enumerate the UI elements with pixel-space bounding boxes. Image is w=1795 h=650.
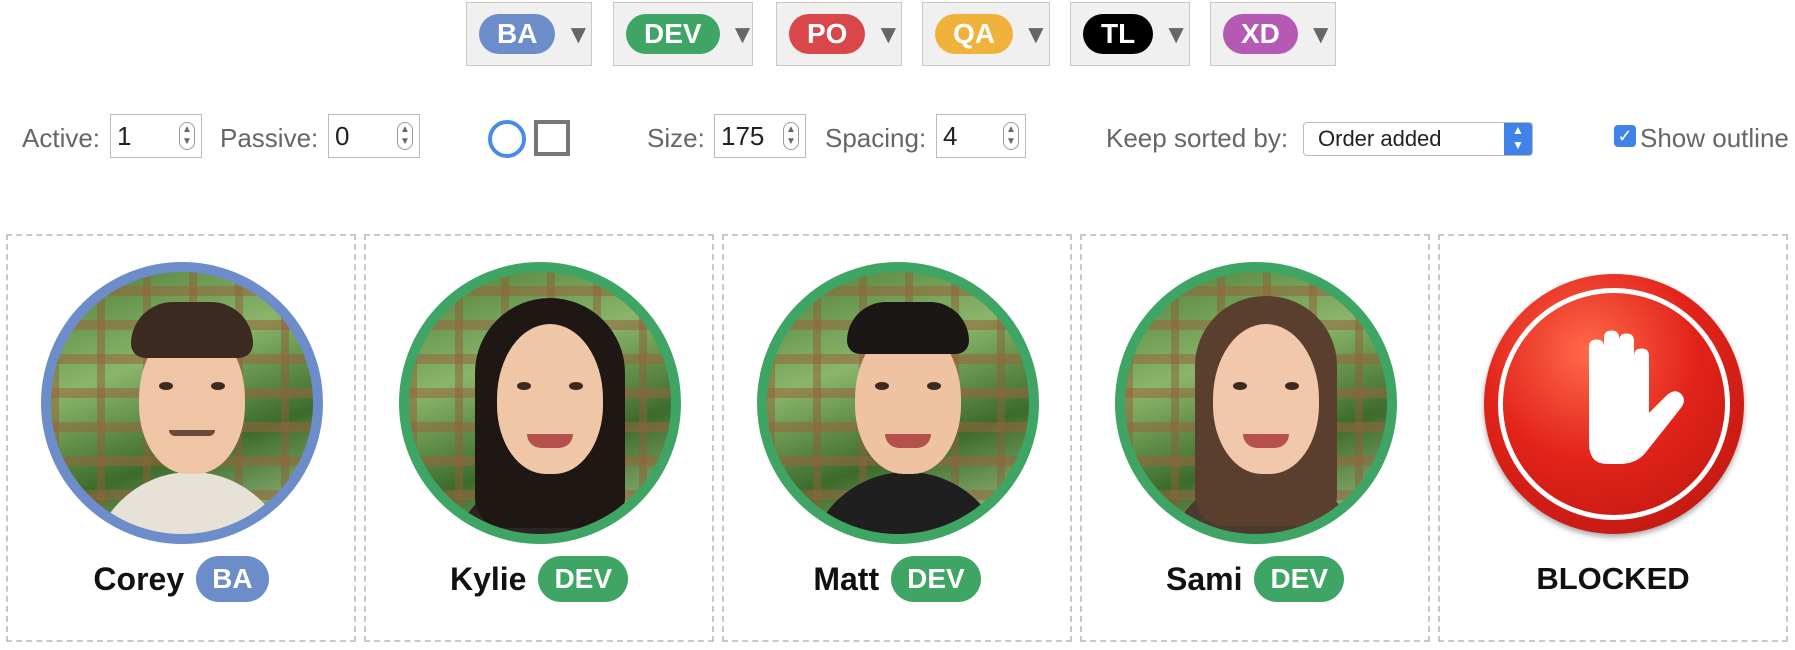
avatar-shirt <box>807 472 1007 534</box>
spacing-value: 4 <box>943 120 958 151</box>
chevron-down-icon: ▼ <box>729 18 756 49</box>
avatar-mouth <box>1243 434 1289 448</box>
active-stepper[interactable]: 1 ▲ ▼ <box>110 114 202 158</box>
role-dropdown-qa[interactable]: QA ▼ <box>922 2 1050 66</box>
role-pill: DEV <box>626 14 720 54</box>
avatar-shirt <box>91 472 291 534</box>
role-pill: BA <box>479 14 556 54</box>
member-name: Corey <box>93 560 185 597</box>
active-value: 1 <box>117 120 132 151</box>
controls-bar: Active: 1 ▲ ▼ Passive: 0 ▲ ▼ Size: 175 ▲ ▼ … <box>0 112 1795 164</box>
member-card[interactable]: Matt DEV <box>722 234 1072 642</box>
member-label: Sami DEV <box>1082 554 1428 604</box>
member-label: Kylie DEV <box>366 554 712 604</box>
role-filter-bar: BA ▼ DEV ▼ PO ▼ QA ▼ TL ▼ XD ▼ <box>0 2 1795 68</box>
role-dropdown-ba[interactable]: BA ▼ <box>466 2 592 66</box>
passive-label: Passive: <box>220 122 319 153</box>
passive-stepper[interactable]: 0 ▲ ▼ <box>328 114 420 158</box>
chevron-down-icon: ▼ <box>875 18 902 49</box>
member-avatar <box>757 262 1039 544</box>
role-pill: PO <box>789 14 866 54</box>
square-shape-toggle-icon[interactable] <box>534 120 570 156</box>
member-name: Matt <box>813 560 880 597</box>
size-label: Size: <box>647 122 705 153</box>
avatar-eye <box>517 382 531 390</box>
avatar-eye <box>1233 382 1247 390</box>
stepper-arrows-icon[interactable]: ▲ ▼ <box>1003 122 1019 150</box>
avatar-hair <box>847 302 969 354</box>
show-outline-checkbox[interactable]: ✓ <box>1614 125 1636 147</box>
avatar-eye <box>927 382 941 390</box>
blocked-card[interactable]: BLOCKED <box>1438 234 1788 642</box>
avatar-mouth <box>885 434 931 448</box>
stepper-arrows-icon[interactable]: ▲ ▼ <box>783 122 799 150</box>
spacing-stepper[interactable]: 4 ▲ ▼ <box>936 114 1026 158</box>
member-label: Matt DEV <box>724 554 1070 604</box>
sort-selected-value: Order added <box>1318 126 1442 151</box>
member-card[interactable]: Corey BA <box>6 234 356 642</box>
role-pill: XD <box>1223 14 1298 54</box>
avatar-eye <box>875 382 889 390</box>
team-board: Corey BA Kylie DEV Matt DEV Sami DEV BLO… <box>0 234 1795 644</box>
role-pill: QA <box>935 14 1013 54</box>
avatar-eye <box>1285 382 1299 390</box>
chevron-down-icon: ▼ <box>1163 18 1189 49</box>
avatar-face <box>497 324 603 474</box>
member-role-pill[interactable]: DEV <box>538 556 629 602</box>
role-dropdown-xd[interactable]: XD ▼ <box>1210 2 1336 66</box>
member-role-pill[interactable]: DEV <box>891 556 981 602</box>
member-label: Corey BA <box>8 554 354 604</box>
circle-shape-toggle-icon[interactable] <box>488 120 526 158</box>
avatar-mouth <box>527 434 573 448</box>
active-label: Active: <box>22 122 101 153</box>
avatar-eye <box>569 382 583 390</box>
chevron-down-icon: ▼ <box>565 18 592 49</box>
blocked-label-row: BLOCKED <box>1440 554 1786 604</box>
member-role-pill[interactable]: BA <box>196 556 269 602</box>
stop-hand-icon <box>1484 274 1744 534</box>
role-dropdown-tl[interactable]: TL ▼ <box>1070 2 1190 66</box>
role-dropdown-po[interactable]: PO ▼ <box>776 2 902 66</box>
member-avatar <box>1115 262 1397 544</box>
avatar-eye <box>211 382 225 390</box>
chevron-down-icon: ▼ <box>1307 18 1334 49</box>
avatar-mouth <box>169 430 215 436</box>
member-avatar <box>399 262 681 544</box>
passive-value: 0 <box>335 120 350 151</box>
sort-label: Keep sorted by: <box>1106 122 1289 153</box>
sort-select[interactable]: Order added ▲ ▼ <box>1303 122 1533 156</box>
member-card[interactable]: Sami DEV <box>1080 234 1430 642</box>
stepper-arrows-icon[interactable]: ▲ ▼ <box>397 122 413 150</box>
member-card[interactable]: Kylie DEV <box>364 234 714 642</box>
avatar-face <box>1213 324 1319 474</box>
avatar-eye <box>159 382 173 390</box>
member-role-pill[interactable]: DEV <box>1254 556 1345 602</box>
member-name: Kylie <box>449 560 527 597</box>
chevron-down-icon: ▼ <box>1023 18 1049 49</box>
member-name: Sami <box>1165 560 1243 597</box>
size-value: 175 <box>721 120 765 151</box>
hand-icon <box>1589 330 1684 464</box>
avatar-hair <box>131 302 253 358</box>
member-avatar <box>41 262 323 544</box>
role-dropdown-dev[interactable]: DEV ▼ <box>613 2 756 66</box>
role-pill: TL <box>1083 14 1154 54</box>
stepper-arrows-icon[interactable]: ▲ ▼ <box>179 122 195 150</box>
size-stepper[interactable]: 175 ▲ ▼ <box>714 114 806 158</box>
spacing-label: Spacing: <box>825 122 927 153</box>
show-outline-label[interactable]: Show outline <box>1640 112 1789 164</box>
select-arrows-icon: ▲ ▼ <box>1504 123 1532 155</box>
blocked-label: BLOCKED <box>1536 561 1690 596</box>
